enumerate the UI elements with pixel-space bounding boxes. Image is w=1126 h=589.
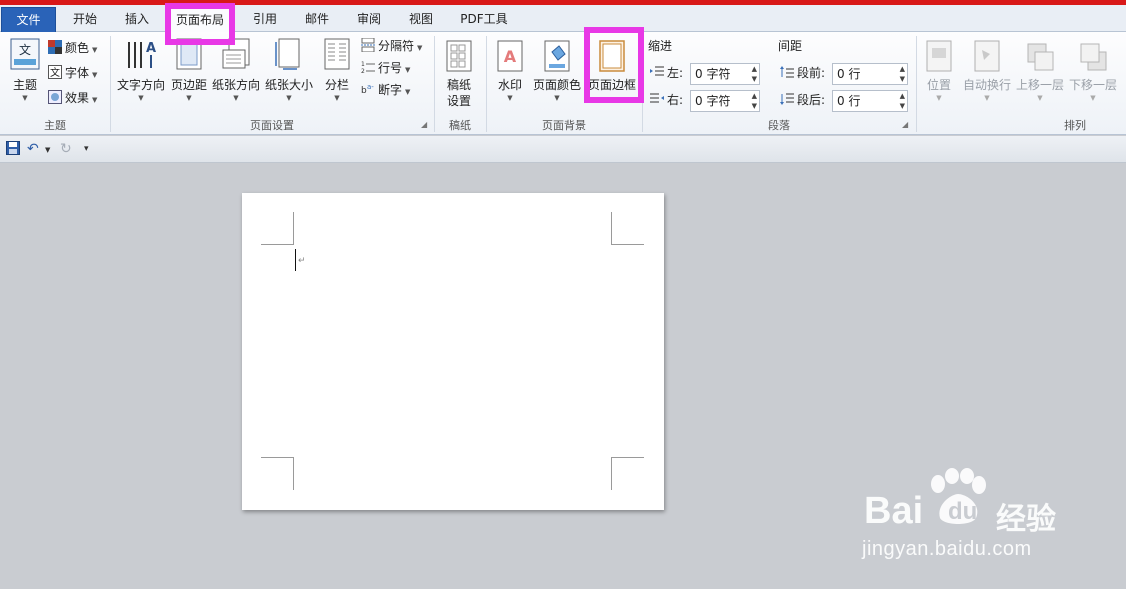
- customize-toolbar-icon[interactable]: ▾: [84, 144, 89, 154]
- indent-right-spinner[interactable]: 0 字符 ▲ ▼: [690, 90, 760, 112]
- columns-icon: [324, 38, 350, 70]
- tab-insert[interactable]: 插入: [112, 8, 162, 32]
- spacing-after-icon: [780, 93, 794, 105]
- tab-home[interactable]: 开始: [60, 8, 110, 32]
- group-separator: [486, 36, 487, 132]
- svg-text:文: 文: [19, 42, 31, 57]
- tab-file[interactable]: 文件: [1, 7, 56, 33]
- bring-forward-icon: [1027, 43, 1054, 71]
- margins-button[interactable]: 页边距 ▼: [168, 36, 210, 112]
- bring-forward-button[interactable]: 上移一层 ▼: [1014, 36, 1066, 112]
- svg-text:2: 2: [361, 68, 365, 74]
- hyphenation-button[interactable]: b a- 断字 ▼: [361, 80, 410, 100]
- spacing-title: 间距: [778, 39, 803, 53]
- tab-review[interactable]: 审阅: [344, 8, 394, 32]
- indent-right-icon: [650, 93, 664, 103]
- effects-button[interactable]: 效果 ▼: [48, 88, 97, 108]
- position-button[interactable]: 位置 ▼: [922, 36, 956, 112]
- group-label-theme: 主题: [44, 119, 66, 132]
- ribbon: 文 主题 ▼ 颜色▼ 文字体▼ 效果▼ 主题 A 文字方向 ▼ 页边距 ▼: [0, 32, 1126, 135]
- theme-icon: 文: [10, 38, 40, 70]
- group-label-paragraph: 段落: [768, 119, 790, 132]
- effects-icon: [48, 90, 62, 104]
- paragraph-launcher-icon[interactable]: ◢: [902, 120, 908, 129]
- tab-mailings[interactable]: 邮件: [292, 8, 342, 32]
- svg-text:a-: a-: [367, 83, 374, 91]
- tab-pdf-tools[interactable]: PDF工具: [450, 8, 518, 32]
- wrap-text-icon: [974, 40, 1000, 72]
- colors-button[interactable]: 颜色 ▼: [48, 38, 97, 58]
- group-separator: [110, 36, 111, 132]
- text-direction-button[interactable]: A 文字方向 ▼: [114, 36, 168, 112]
- crop-mark-bottom-left: [261, 457, 294, 490]
- spacing-before-label: 段前:: [780, 63, 825, 83]
- indent-right-label: 右:: [650, 90, 683, 110]
- indent-left-label: 左:: [650, 63, 683, 83]
- crop-mark-top-left: [261, 212, 294, 245]
- svg-text:文: 文: [50, 66, 60, 79]
- spacing-after-label: 段后:: [780, 90, 825, 110]
- send-backward-icon: [1080, 43, 1107, 71]
- crop-mark-top-right: [611, 212, 644, 245]
- group-separator: [916, 36, 917, 132]
- baidu-jingyan-watermark: Bai du 经验 jingyan.baidu.com: [862, 464, 1122, 564]
- breaks-icon: [361, 38, 375, 52]
- spacing-before-spinner[interactable]: 0 行 ▲ ▼: [832, 63, 908, 85]
- group-label-page-background: 页面背景: [542, 119, 586, 132]
- watermark-icon: A: [497, 40, 523, 72]
- group-label-draft-paper: 稿纸: [449, 119, 471, 132]
- colors-icon: [48, 40, 62, 54]
- svg-text:A: A: [504, 47, 517, 66]
- svg-text:1: 1: [361, 61, 365, 68]
- draft-paper-settings-button[interactable]: 稿纸 设置: [438, 36, 480, 112]
- highlight-box-page-layout-tab: [165, 3, 235, 45]
- redo-icon[interactable]: ↻: [60, 141, 72, 157]
- page-color-icon: [544, 40, 570, 72]
- page-setup-launcher-icon[interactable]: ◢: [421, 120, 427, 129]
- hyphenation-icon: b a-: [361, 83, 374, 96]
- text-cursor: [295, 249, 296, 271]
- group-label-page-setup: 页面设置: [250, 119, 294, 132]
- paper-size-icon: [275, 38, 300, 70]
- highlight-box-page-borders: [584, 27, 644, 103]
- columns-button[interactable]: 分栏 ▼: [318, 36, 356, 112]
- paper-size-button[interactable]: 纸张大小 ▼: [262, 36, 316, 112]
- text-direction-icon: A: [128, 41, 156, 68]
- fonts-icon: 文: [48, 65, 62, 79]
- crop-mark-bottom-right: [611, 457, 644, 490]
- spacing-before-icon: [780, 66, 794, 78]
- position-icon: [926, 40, 952, 72]
- undo-dropdown-icon[interactable]: ▼: [45, 146, 50, 154]
- draft-paper-icon: [446, 40, 472, 72]
- document-page[interactable]: ↵: [242, 193, 664, 510]
- line-numbers-icon: 12: [361, 61, 375, 74]
- watermark-button[interactable]: A 水印 ▼: [492, 36, 528, 112]
- save-icon[interactable]: [6, 141, 20, 159]
- indent-left-icon: [650, 66, 664, 76]
- theme-button[interactable]: 文 主题 ▼: [6, 36, 44, 112]
- spacing-after-spinner[interactable]: 0 行 ▲ ▼: [832, 90, 908, 112]
- indent-left-spinner[interactable]: 0 字符 ▲ ▼: [690, 63, 760, 85]
- tab-references[interactable]: 引用: [240, 8, 290, 32]
- undo-icon[interactable]: ↶: [27, 141, 39, 157]
- line-numbers-button[interactable]: 1 2 行号 ▼: [361, 58, 410, 78]
- breaks-button[interactable]: 分隔符 ▼: [361, 36, 422, 56]
- fonts-button[interactable]: 文字体 ▼: [48, 63, 97, 83]
- orientation-button[interactable]: 纸张方向 ▼: [210, 36, 262, 112]
- indent-title: 缩进: [648, 39, 673, 53]
- group-label-arrange: 排列: [1064, 119, 1086, 132]
- send-backward-button[interactable]: 下移一层 ▼: [1066, 36, 1120, 112]
- quick-access-toolbar: ↶ ▼ ↻ ▾: [0, 136, 1126, 163]
- svg-text:A: A: [146, 41, 156, 56]
- paragraph-mark-icon: ↵: [298, 256, 306, 266]
- wrap-text-button[interactable]: 自动换行 ▼: [960, 36, 1014, 112]
- page-color-button[interactable]: 页面颜色 ▼: [530, 36, 584, 112]
- tab-view[interactable]: 视图: [396, 8, 446, 32]
